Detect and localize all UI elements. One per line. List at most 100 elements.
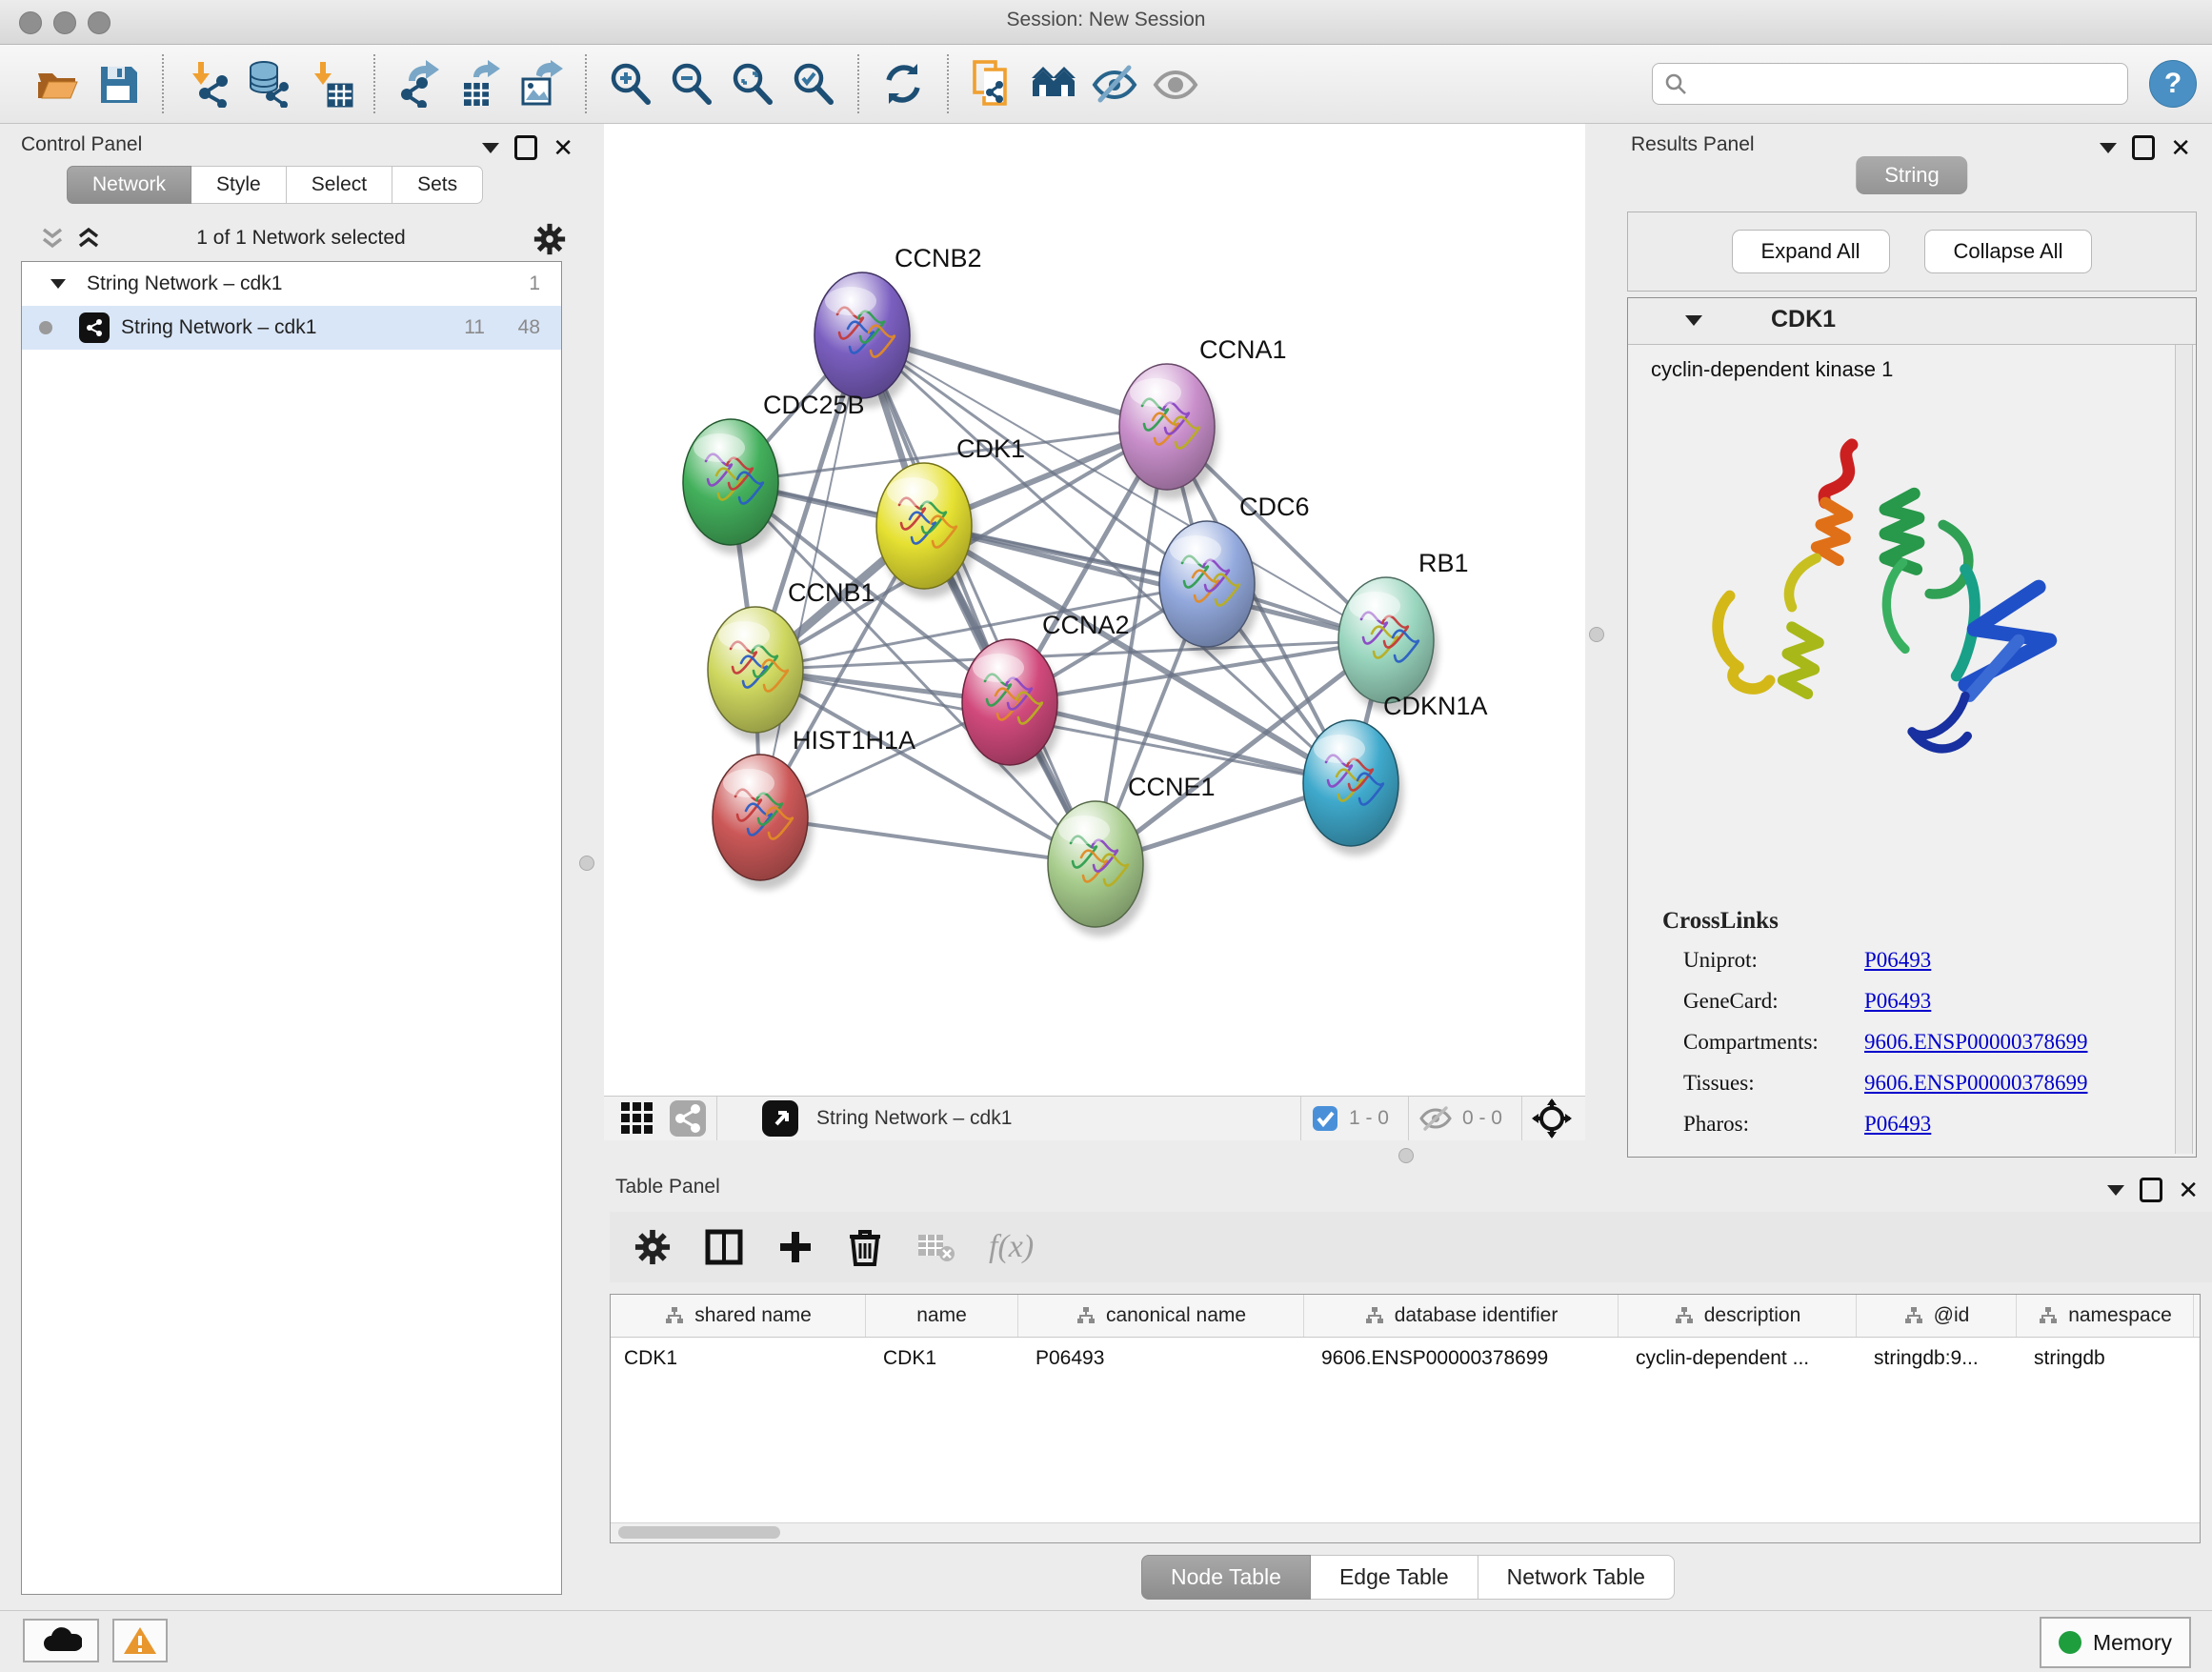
- node-RB1[interactable]: RB1: [1338, 549, 1469, 713]
- column-header-shared-name[interactable]: shared name: [611, 1295, 866, 1337]
- search-input[interactable]: [1652, 63, 2128, 105]
- node-CCNE1[interactable]: CCNE1: [1048, 773, 1216, 937]
- edge-CCNB2-CCNE1[interactable]: [862, 335, 1096, 864]
- tab-node-table[interactable]: Node Table: [1141, 1555, 1311, 1600]
- column-header-canonical-name[interactable]: canonical name: [1018, 1295, 1304, 1337]
- cdk1-entry-header[interactable]: CDK1: [1628, 298, 2196, 345]
- export-image-icon[interactable]: [517, 60, 565, 108]
- right-splitter-handle[interactable]: [1589, 627, 1604, 642]
- table-cell[interactable]: CDK1: [611, 1338, 866, 1380]
- collapse-all-button[interactable]: Collapse All: [1924, 230, 2093, 273]
- memory-button[interactable]: Memory: [2040, 1617, 2191, 1668]
- help-icon[interactable]: ?: [2149, 60, 2197, 108]
- network-options-gear-icon[interactable]: [533, 223, 566, 255]
- bottom-splitter-handle[interactable]: [1398, 1148, 1414, 1163]
- zoom-fit-icon[interactable]: [729, 60, 776, 108]
- first-neighbors-icon[interactable]: [1030, 60, 1077, 108]
- panel-menu-icon[interactable]: [2107, 1185, 2124, 1196]
- tab-string[interactable]: String: [1856, 156, 1967, 194]
- crosslink-link[interactable]: 9606.ENSP00000378699: [1864, 1030, 2088, 1055]
- float-panel-icon[interactable]: [514, 135, 537, 160]
- column-header-namespace[interactable]: namespace: [2017, 1295, 2194, 1337]
- node-CCNA1[interactable]: CCNA1: [1119, 335, 1287, 499]
- zoom-selected-icon[interactable]: [790, 60, 837, 108]
- column-header-database-identifier[interactable]: database identifier: [1304, 1295, 1619, 1337]
- table-row[interactable]: CDK1CDK1P064939606.ENSP00000378699cyclin…: [611, 1338, 2200, 1380]
- crosslink-link[interactable]: P06493: [1864, 989, 1931, 1014]
- column-header--id[interactable]: @id: [1857, 1295, 2017, 1337]
- zoom-in-icon[interactable]: [607, 60, 654, 108]
- import-table-icon[interactable]: [306, 60, 353, 108]
- column-label: name: [916, 1304, 967, 1327]
- collection-expander-icon[interactable]: [50, 279, 66, 289]
- node-CDC25B[interactable]: CDC25B: [683, 391, 865, 554]
- node-HIST1H1A[interactable]: HIST1H1A: [713, 726, 915, 890]
- tab-edge-table[interactable]: Edge Table: [1311, 1555, 1478, 1600]
- show-all-icon[interactable]: [1152, 60, 1199, 108]
- selected-checkbox-icon[interactable]: [1311, 1104, 1339, 1133]
- table-cell[interactable]: stringdb: [2017, 1338, 2194, 1380]
- node-CDKN1A[interactable]: CDKN1A: [1303, 692, 1488, 856]
- hidden-items-icon[interactable]: [1418, 1104, 1453, 1133]
- panel-menu-icon[interactable]: [482, 143, 499, 153]
- network-canvas[interactable]: CCNB2CCNA1CDC25BCDK1CDC6RB1CCNB1CCNA2CDK…: [604, 124, 1585, 1096]
- warnings-button[interactable]: [112, 1619, 168, 1662]
- tab-style[interactable]: Style: [191, 166, 287, 204]
- node-table[interactable]: shared name name canonical namedatabase id…: [610, 1294, 2201, 1543]
- column-header-name[interactable]: name: [866, 1295, 1018, 1337]
- tab-network-table[interactable]: Network Table: [1478, 1555, 1675, 1600]
- network-collection-row[interactable]: String Network – cdk1 1: [22, 262, 561, 306]
- expand-all-button[interactable]: Expand All: [1732, 230, 1890, 273]
- import-network-icon[interactable]: [184, 60, 231, 108]
- node-CCNB2[interactable]: CCNB2: [814, 244, 982, 408]
- fit-selection-crosshair-icon[interactable]: [1532, 1098, 1572, 1138]
- open-icon[interactable]: [33, 60, 81, 108]
- node-CDC6[interactable]: CDC6: [1159, 493, 1310, 656]
- table-cell[interactable]: cyclin-dependent ...: [1619, 1338, 1857, 1380]
- crosslink-link[interactable]: P06493: [1864, 1112, 1931, 1137]
- add-column-icon[interactable]: [777, 1229, 814, 1265]
- panel-menu-icon[interactable]: [2100, 143, 2117, 153]
- import-database-icon[interactable]: [245, 60, 292, 108]
- left-splitter-handle[interactable]: [579, 856, 594, 871]
- zoom-out-icon[interactable]: [668, 60, 715, 108]
- crosslink-link[interactable]: P06493: [1864, 948, 1931, 973]
- network-share-view-icon[interactable]: [669, 1099, 707, 1138]
- edge-CDK1-RB1[interactable]: [924, 526, 1386, 640]
- tab-sets[interactable]: Sets: [392, 166, 483, 204]
- clone-network-icon[interactable]: [969, 60, 1016, 108]
- refresh-icon[interactable]: [879, 60, 927, 108]
- export-network-icon[interactable]: [395, 60, 443, 108]
- grid-view-icon[interactable]: [619, 1100, 655, 1137]
- float-panel-icon[interactable]: [2132, 135, 2155, 160]
- birds-eye-view-icon[interactable]: [761, 1099, 799, 1138]
- cloud-button[interactable]: [23, 1619, 99, 1662]
- close-panel-icon[interactable]: ✕: [2170, 138, 2191, 157]
- show-columns-icon[interactable]: [705, 1228, 743, 1266]
- entry-expander-icon[interactable]: [1685, 315, 1702, 326]
- table-horizontal-scrollbar[interactable]: [611, 1522, 2200, 1542]
- table-cell[interactable]: P06493: [1018, 1338, 1304, 1380]
- float-panel-icon[interactable]: [2140, 1178, 2162, 1202]
- export-table-icon[interactable]: [456, 60, 504, 108]
- save-icon[interactable]: [94, 60, 142, 108]
- delete-column-icon[interactable]: [848, 1228, 882, 1266]
- node-CCNA2[interactable]: CCNA2: [962, 611, 1130, 775]
- crosslink-label: Uniprot:: [1683, 948, 1864, 973]
- column-header-description[interactable]: description: [1619, 1295, 1857, 1337]
- crosslink-link[interactable]: 9606.ENSP00000378699: [1864, 1071, 2088, 1096]
- hide-selected-icon[interactable]: [1091, 60, 1138, 108]
- results-scrollbar[interactable]: [2175, 345, 2193, 1154]
- string-network-graph[interactable]: CCNB2CCNA1CDC25BCDK1CDC6RB1CCNB1CCNA2CDK…: [604, 124, 1585, 1096]
- table-cell[interactable]: stringdb:9...: [1857, 1338, 2017, 1380]
- network-row[interactable]: String Network – cdk1 11 48: [22, 306, 561, 350]
- close-panel-icon[interactable]: ✕: [2178, 1180, 2199, 1199]
- table-cell[interactable]: 9606.ENSP00000378699: [1304, 1338, 1619, 1380]
- close-panel-icon[interactable]: ✕: [553, 138, 573, 157]
- tab-network[interactable]: Network: [67, 166, 191, 204]
- crosslink-row: Tissues:9606.ENSP00000378699: [1683, 1071, 2158, 1096]
- table-options-gear-icon[interactable]: [634, 1229, 671, 1265]
- scrollbar-thumb[interactable]: [618, 1526, 780, 1539]
- table-cell[interactable]: CDK1: [866, 1338, 1018, 1380]
- tab-select[interactable]: Select: [287, 166, 392, 204]
